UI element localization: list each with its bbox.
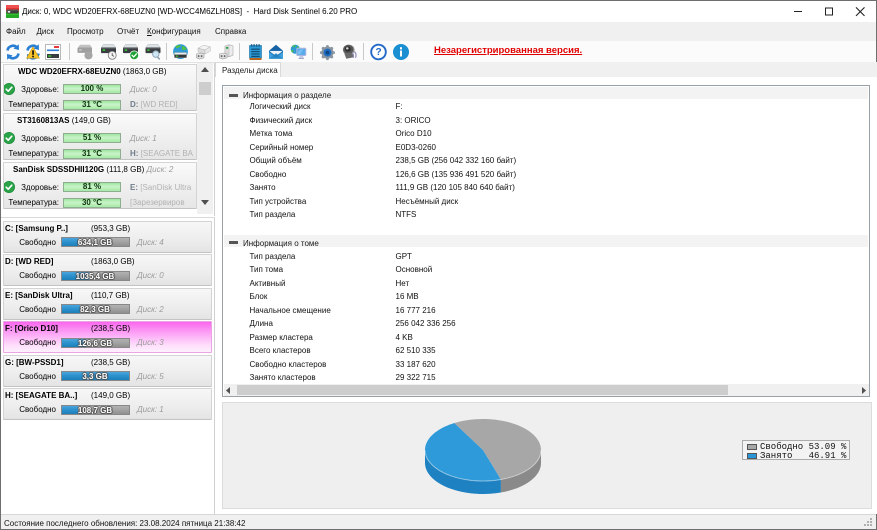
svg-text:?: ? [375, 47, 381, 58]
